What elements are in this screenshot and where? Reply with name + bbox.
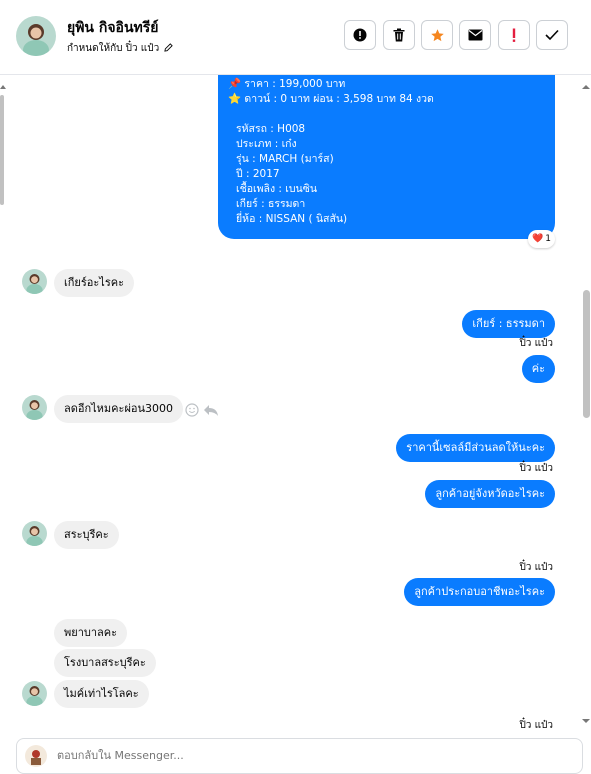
trash-icon [393, 28, 405, 42]
star-button[interactable] [421, 20, 453, 50]
left-scroll-indicator[interactable] [0, 95, 4, 205]
incoming-message[interactable]: ไมค์เท่าไรโลคะ [54, 680, 149, 708]
scroll-down-arrow-icon[interactable] [582, 718, 590, 724]
car-info-message[interactable]: 📌 ราคา : 199,000 บาท ⭐ ดาวน์ : 0 บาท ผ่อ… [218, 75, 555, 239]
envelope-icon [468, 29, 482, 41]
sender-label: ปิ๋ว แป๋ว [519, 463, 553, 474]
message-thread[interactable]: 📌 ราคา : 199,000 บาท ⭐ ดาวน์ : 0 บาท ผ่อ… [0, 75, 591, 736]
contact-avatar-small [22, 681, 47, 706]
reply-input[interactable] [55, 748, 559, 763]
incoming-message[interactable]: พยาบาลคะ [54, 619, 128, 647]
scroll-up-arrow-icon[interactable] [0, 84, 6, 90]
reaction-count: 1 [545, 234, 551, 244]
contact-avatar-small [22, 395, 47, 420]
star-icon [430, 28, 444, 41]
incoming-message[interactable]: โรงบาลสระบุรีคะ [54, 649, 156, 677]
sender-label: ปิ๋ว แป๋ว [519, 720, 553, 731]
contact-name: ยุพิน กิจอินทรีย์ [67, 20, 159, 36]
card-line: เชื้อเพลิง : เบนซิน [236, 183, 318, 195]
delete-button[interactable] [383, 20, 415, 50]
card-line [228, 107, 545, 122]
exclamation-circle-icon [353, 28, 367, 42]
reply-icon[interactable] [203, 403, 219, 417]
card-line: ⭐ ดาวน์ : 0 บาท ผ่อน : 3,598 บาท 84 งวด [228, 93, 434, 105]
outgoing-message[interactable]: ลูกค้าประกอบอาชีพอะไรคะ [404, 578, 555, 606]
outgoing-message[interactable]: ค่ะ [521, 355, 555, 383]
page-avatar [25, 745, 47, 767]
outgoing-message[interactable]: เกียร์ : ธรรมดา [462, 310, 555, 338]
card-line: รหัสรถ : H008 [236, 123, 306, 135]
incoming-message[interactable]: เกียร์อะไรคะ [54, 269, 134, 297]
smiley-icon[interactable] [185, 403, 199, 417]
card-line: รุ่น : MARCH (มาร์ส) [236, 153, 334, 165]
check-icon [545, 29, 559, 41]
contact-avatar[interactable] [16, 16, 56, 56]
scrollbar-thumb[interactable] [583, 290, 590, 418]
report-button[interactable] [344, 20, 376, 50]
card-line: 📌 ราคา : 199,000 บาท [228, 78, 346, 90]
done-button[interactable] [536, 20, 568, 50]
exclamation-icon [512, 28, 516, 42]
card-line: เกียร์ : ธรรมดา [236, 198, 306, 210]
scroll-up-arrow-icon[interactable] [582, 84, 590, 90]
card-line: ปี : 2017 [236, 168, 280, 180]
incoming-message[interactable]: สระบุรีคะ [54, 521, 119, 549]
sender-label: ปิ๋ว แป๋ว [519, 562, 553, 573]
outgoing-message[interactable]: ราคานี้เซลล์มีส่วนลดให้นะคะ [396, 434, 555, 462]
message-actions [185, 403, 219, 417]
assigned-text: กำหนดให้กับ ปิ๋ว แป๋ว [67, 43, 160, 54]
contact-avatar-small [22, 269, 47, 294]
assignment-label[interactable]: กำหนดให้กับ ปิ๋ว แป๋ว [67, 41, 174, 56]
spam-button[interactable] [498, 20, 530, 50]
incoming-message[interactable]: ลดอีกไหมคะผ่อน3000 [54, 395, 184, 423]
outgoing-message[interactable]: ลูกค้าอยู่จังหวัดอะไรคะ [425, 480, 555, 508]
contact-avatar-small [22, 521, 47, 546]
heart-icon: ❤️ [532, 234, 544, 244]
conversation-header: ยุพิน กิจอินทรีย์ กำหนดให้กับ ปิ๋ว แป๋ว [0, 0, 591, 75]
mail-button[interactable] [459, 20, 491, 50]
pencil-icon[interactable] [164, 43, 174, 52]
card-line: ยี่ห้อ : NISSAN ( นิสสัน) [236, 213, 348, 225]
card-line: ประเภท : เก๋ง [236, 138, 297, 150]
sender-label: ปิ๋ว แป๋ว [519, 338, 553, 349]
reply-composer[interactable] [16, 738, 583, 774]
reaction-badge[interactable]: ❤️ 1 [528, 230, 555, 248]
